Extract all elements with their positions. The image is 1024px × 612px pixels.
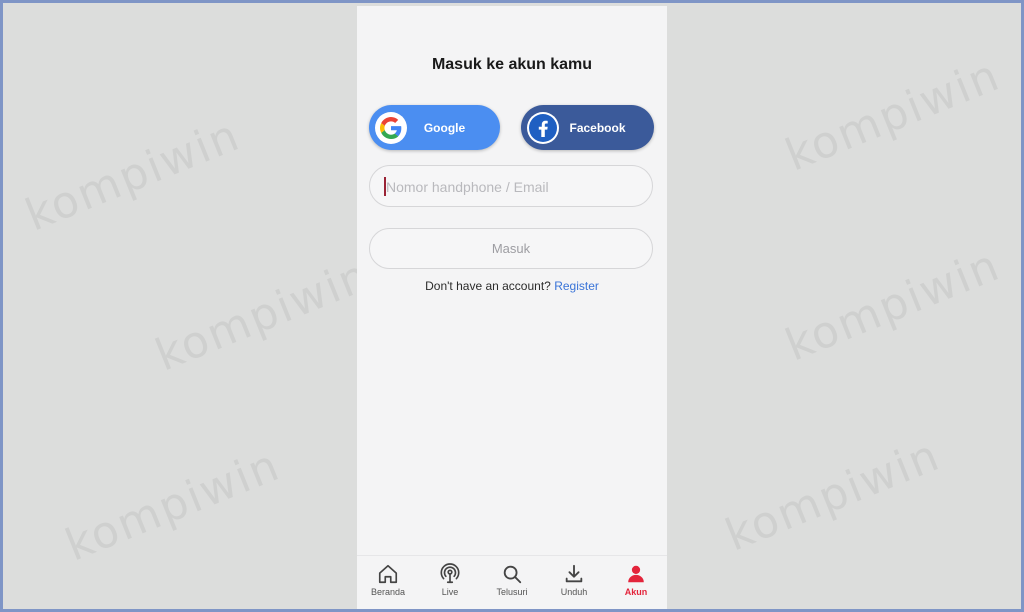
register-link[interactable]: Register: [554, 279, 599, 293]
nav-item-akun[interactable]: Akun: [608, 563, 664, 597]
phone-screen: Masuk ke akun kamu Google Facebook Masuk…: [357, 6, 667, 609]
nav-item-telusuri[interactable]: Telusuri: [484, 563, 540, 597]
facebook-login-button[interactable]: Facebook: [521, 105, 654, 150]
google-button-label: Google: [423, 120, 466, 135]
register-prompt: Don't have an account? Register: [357, 279, 667, 293]
user-icon: [628, 565, 644, 583]
facebook-button-label: Facebook: [569, 120, 626, 135]
nav-label-unduh: Unduh: [560, 587, 588, 597]
home-icon: [378, 564, 398, 584]
facebook-logo-icon: [527, 111, 559, 144]
no-account-text: Don't have an account?: [425, 279, 551, 293]
page-title: Masuk ke akun kamu: [431, 56, 593, 73]
phone-email-input[interactable]: [384, 166, 643, 208]
nav-label-telusuri: Telusuri: [496, 587, 528, 597]
download-icon: [565, 564, 583, 583]
google-logo-icon: [375, 111, 407, 144]
nav-label-live: Live: [441, 587, 459, 597]
nav-label-akun: Akun: [624, 587, 648, 597]
live-icon: [440, 563, 460, 584]
bottom-nav: Beranda Live Telusuri Unduh Akun: [357, 555, 667, 609]
nav-label-beranda: Beranda: [370, 587, 406, 597]
search-icon: [503, 565, 522, 584]
login-submit-button[interactable]: Masuk: [369, 228, 653, 269]
phone-email-field-wrapper: [369, 165, 653, 208]
google-login-button[interactable]: Google: [369, 105, 500, 150]
nav-item-unduh[interactable]: Unduh: [546, 563, 602, 597]
nav-item-live[interactable]: Live: [422, 563, 478, 597]
nav-item-beranda[interactable]: Beranda: [360, 563, 416, 597]
